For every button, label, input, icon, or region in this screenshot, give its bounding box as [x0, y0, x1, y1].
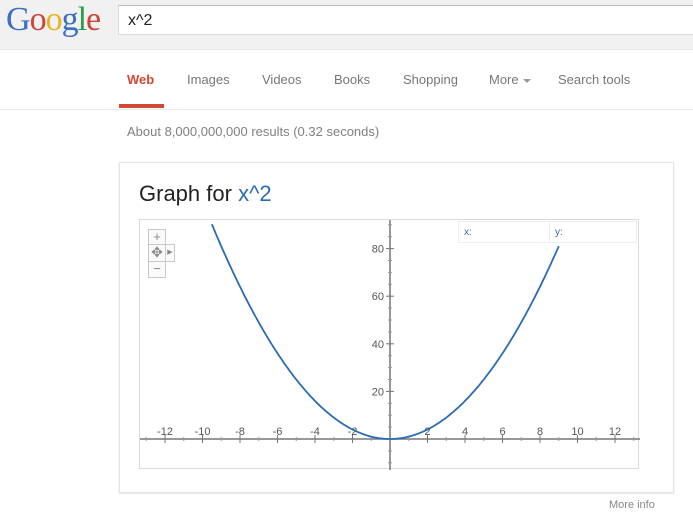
pan-expand-button[interactable]: ▶ [165, 244, 175, 262]
x-tick-label: 12 [609, 426, 621, 438]
x-readout-label: x: [464, 227, 472, 238]
x-readout: x: [458, 221, 550, 243]
x-tick-label: 4 [462, 426, 468, 438]
graph-title-prefix: Graph for [139, 181, 232, 206]
curve-x-squared [211, 223, 560, 440]
graph-svg: -12 -10 -8 -6 -4 -2 2 4 6 8 10 1220406080 [140, 220, 640, 470]
google-logo[interactable]: Google [6, 1, 101, 39]
y-tick-label: 80 [372, 244, 384, 256]
x-tick-label: -10 [195, 426, 211, 438]
results-stats: About 8,000,000,000 results (0.32 second… [127, 124, 380, 139]
x-tick-label: 8 [537, 426, 543, 438]
tab-books[interactable]: Books [334, 72, 370, 87]
tab-more[interactable]: More [489, 72, 531, 87]
x-tick-label: -12 [157, 426, 173, 438]
x-tick-label: 10 [571, 426, 583, 438]
y-tick-label: 60 [372, 291, 384, 303]
tab-shopping[interactable]: Shopping [403, 72, 458, 87]
x-tick-label: -4 [310, 426, 320, 438]
y-tick-label: 40 [372, 339, 384, 351]
caret-down-icon [522, 78, 531, 83]
search-tools-button[interactable]: Search tools [558, 72, 630, 87]
x-tick-label: -8 [235, 426, 245, 438]
tab-web[interactable]: Web [127, 72, 154, 87]
search-input[interactable]: x^2 [118, 5, 693, 35]
y-readout-label: y: [555, 227, 563, 238]
pan-button[interactable]: ✥ [148, 244, 166, 262]
header-bar: Google x^2 [0, 0, 693, 50]
graph-plot-area[interactable]: -12 -10 -8 -6 -4 -2 2 4 6 8 10 12 20 40 60 80 [139, 219, 640, 470]
chevron-right-icon: ▶ [167, 249, 173, 256]
more-info-link[interactable]: More info [609, 499, 655, 511]
zoom-out-button[interactable]: − [148, 261, 166, 278]
graph-title: Graph for x^2 [139, 181, 272, 207]
x-tick-label: 6 [499, 426, 505, 438]
y-tick-label: 20 [372, 386, 384, 398]
active-tab-indicator [119, 104, 164, 108]
tab-images[interactable]: Images [187, 72, 230, 87]
tab-videos[interactable]: Videos [262, 72, 302, 87]
zoom-in-button[interactable]: + [148, 229, 166, 245]
y-readout: y: [549, 221, 637, 243]
graph-title-query: x^2 [238, 181, 272, 206]
move-icon: ✥ [151, 244, 163, 260]
x-tick-label: -6 [273, 426, 283, 438]
search-tabs: Web Images Videos Books Shopping More Se… [0, 50, 693, 110]
tab-more-label: More [489, 72, 519, 87]
